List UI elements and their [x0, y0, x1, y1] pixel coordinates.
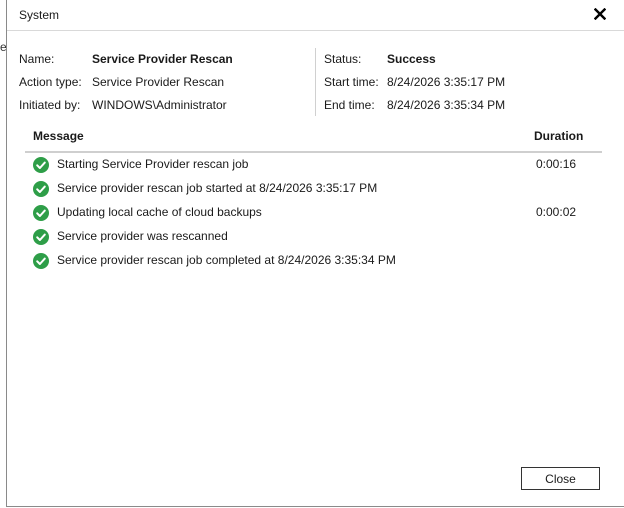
- log-table-header: Message Duration: [25, 128, 602, 150]
- message-column-header[interactable]: Message: [33, 129, 84, 143]
- log-row[interactable]: Service provider was rescanned: [25, 226, 602, 248]
- success-check-icon: [33, 253, 49, 269]
- job-details-dialog: System Name: Service Provider Rescan Act…: [6, 0, 624, 507]
- title-divider: [7, 30, 624, 31]
- window-title: System: [19, 8, 60, 22]
- log-row[interactable]: Service provider rescan job completed at…: [25, 250, 602, 272]
- start-time-label: Start time:: [324, 75, 379, 89]
- log-row[interactable]: Starting Service Provider rescan job 0:0…: [25, 154, 602, 176]
- success-check-icon: [33, 181, 49, 197]
- log-row[interactable]: Service provider rescan job started at 8…: [25, 178, 602, 200]
- start-time-value: 8/24/2026 3:35:17 PM: [387, 75, 506, 89]
- log-message: Service provider rescan job completed at…: [57, 253, 396, 267]
- success-check-icon: [33, 157, 49, 173]
- action-type-value: Service Provider Rescan: [92, 75, 225, 89]
- log-message: Service provider was rescanned: [57, 229, 228, 243]
- log-message: Starting Service Provider rescan job: [57, 157, 249, 171]
- initiated-by-label: Initiated by:: [19, 98, 81, 112]
- duration-column-header[interactable]: Duration: [534, 129, 583, 143]
- name-label: Name:: [19, 52, 55, 66]
- initiated-by-value: WINDOWS\Administrator: [92, 98, 227, 112]
- end-time-value: 8/24/2026 3:35:34 PM: [387, 98, 506, 112]
- log-row[interactable]: Updating local cache of cloud backups 0:…: [25, 202, 602, 224]
- log-message: Updating local cache of cloud backups: [57, 205, 262, 219]
- log-duration: 0:00:02: [536, 205, 577, 219]
- close-button[interactable]: Close: [521, 467, 600, 490]
- summary-divider: [315, 48, 316, 116]
- name-value: Service Provider Rescan: [92, 52, 233, 66]
- log-message: Service provider rescan job started at 8…: [57, 181, 378, 195]
- end-time-label: End time:: [324, 98, 375, 112]
- close-window-button[interactable]: [589, 3, 611, 25]
- action-type-label: Action type:: [19, 75, 82, 89]
- success-check-icon: [33, 205, 49, 221]
- title-bar: System: [7, 0, 624, 30]
- success-check-icon: [33, 229, 49, 245]
- log-duration: 0:00:16: [536, 157, 577, 171]
- close-icon: [594, 8, 606, 20]
- header-divider: [25, 151, 602, 153]
- status-label: Status:: [324, 52, 362, 66]
- status-value: Success: [387, 52, 436, 66]
